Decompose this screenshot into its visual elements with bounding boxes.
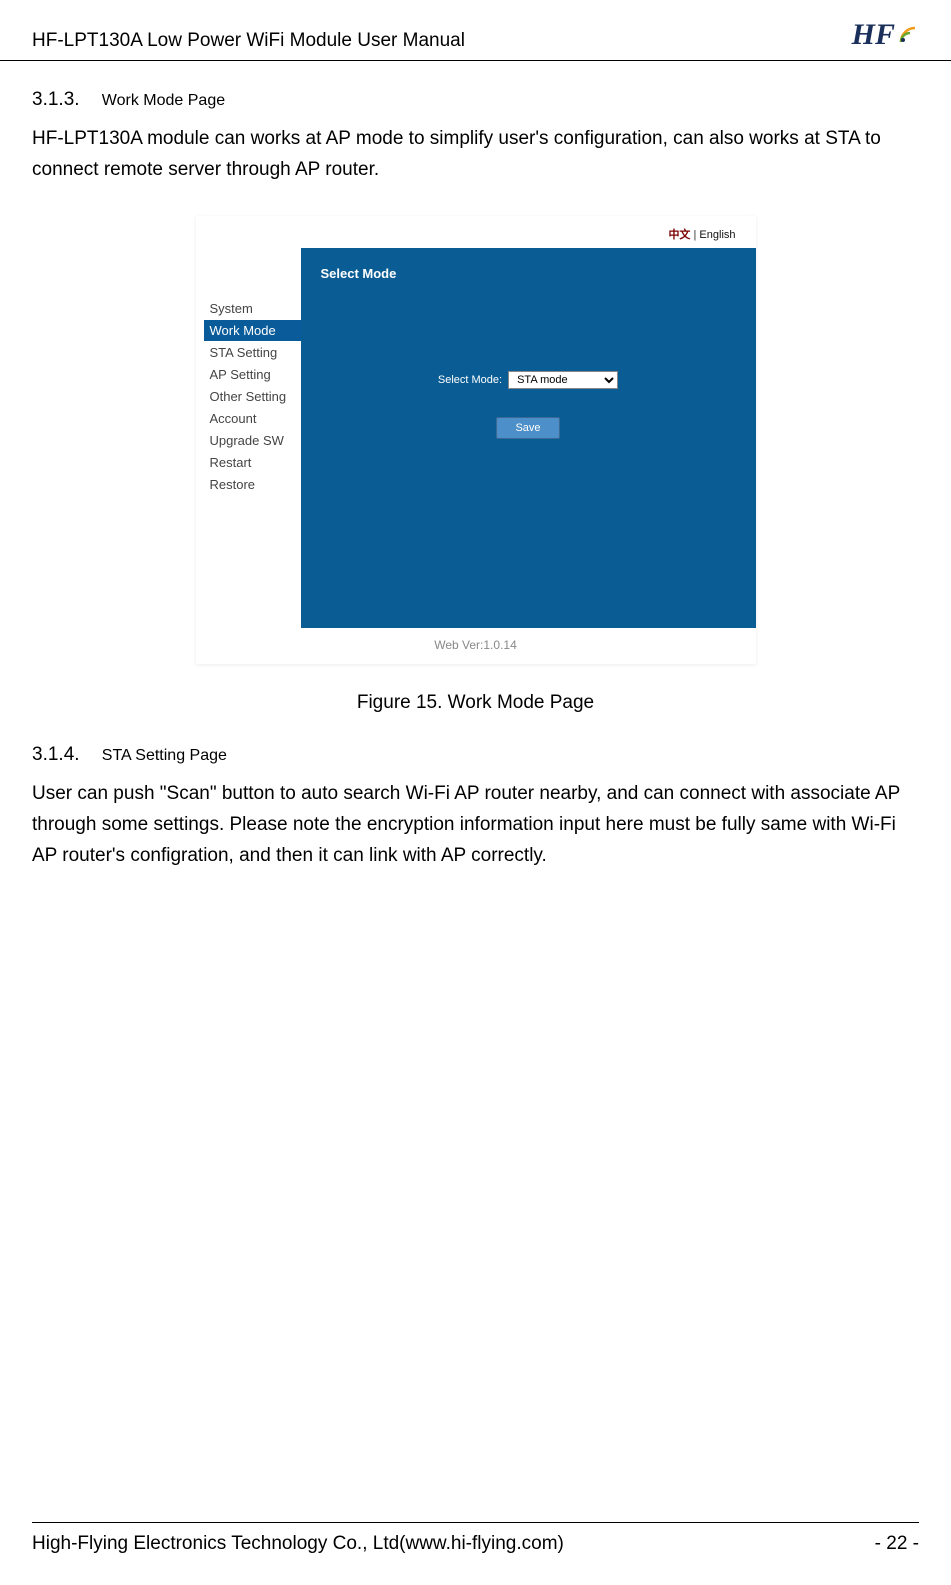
footer-company: High-Flying Electronics Technology Co., … xyxy=(32,1533,564,1555)
sidebar-item-restart[interactable]: Restart xyxy=(204,452,301,473)
panel-title: Select Mode xyxy=(301,248,756,321)
embedded-screenshot: 中文 | English System Work Mode STA Settin… xyxy=(196,216,756,664)
sidebar-item-sta-setting[interactable]: STA Setting xyxy=(204,342,301,363)
sidebar-nav: System Work Mode STA Setting AP Setting … xyxy=(196,248,301,628)
section-title: Work Mode Page xyxy=(102,92,225,109)
footer-page-number: - 22 - xyxy=(875,1533,919,1555)
section-body: HF-LPT130A module can works at AP mode t… xyxy=(32,123,919,186)
sidebar-item-work-mode[interactable]: Work Mode xyxy=(204,320,301,341)
section-number: 3.1.4. xyxy=(32,744,80,765)
main-panel: Select Mode Select Mode: STA mode Save xyxy=(301,248,756,628)
page-header: HF-LPT130A Low Power WiFi Module User Ma… xyxy=(0,0,951,61)
sidebar-item-system[interactable]: System xyxy=(204,298,301,319)
section-heading-313: 3.1.3. Work Mode Page xyxy=(32,89,919,111)
section-title: STA Setting Page xyxy=(102,747,227,764)
logo-text: HF xyxy=(852,18,895,52)
sidebar-item-restore[interactable]: Restore xyxy=(204,474,301,495)
sidebar-item-account[interactable]: Account xyxy=(204,408,301,429)
language-bar: 中文 | English xyxy=(196,216,756,248)
select-mode-label: Select Mode: xyxy=(438,374,502,386)
web-version-label: Web Ver:1.0.14 xyxy=(196,628,756,664)
page-footer: High-Flying Electronics Technology Co., … xyxy=(32,1522,919,1555)
mode-select[interactable]: STA mode xyxy=(508,371,618,389)
sidebar-item-other-setting[interactable]: Other Setting xyxy=(204,386,301,407)
lang-link-chinese[interactable]: 中文 xyxy=(668,229,690,241)
select-mode-row: Select Mode: STA mode xyxy=(301,371,756,389)
figure-caption: Figure 15. Work Mode Page xyxy=(32,692,919,714)
section-heading-314: 3.1.4. STA Setting Page xyxy=(32,744,919,766)
wifi-icon xyxy=(897,24,919,46)
lang-link-english[interactable]: English xyxy=(699,229,735,241)
save-button[interactable]: Save xyxy=(496,417,559,439)
brand-logo: HF xyxy=(852,18,919,52)
figure-container: 中文 | English System Work Mode STA Settin… xyxy=(32,216,919,664)
section-body: User can push "Scan" button to auto sear… xyxy=(32,778,919,872)
sidebar-item-upgrade-sw[interactable]: Upgrade SW xyxy=(204,430,301,451)
section-number: 3.1.3. xyxy=(32,89,80,110)
sidebar-item-ap-setting[interactable]: AP Setting xyxy=(204,364,301,385)
page-title: HF-LPT130A Low Power WiFi Module User Ma… xyxy=(32,30,465,52)
